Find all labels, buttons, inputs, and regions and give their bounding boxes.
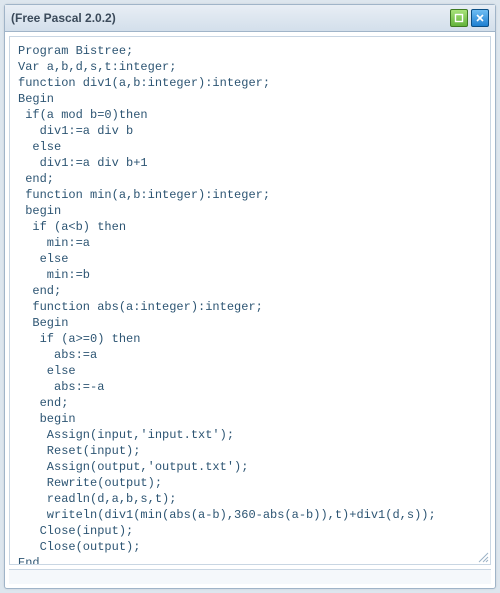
- resize-grip-icon: [477, 551, 489, 563]
- minimize-button[interactable]: [450, 9, 468, 27]
- minimize-icon: [454, 13, 464, 23]
- titlebar[interactable]: (Free Pascal 2.0.2): [5, 5, 495, 32]
- window-title: (Free Pascal 2.0.2): [11, 11, 447, 25]
- code-text: Program Bistree; Var a,b,d,s,t:integer; …: [10, 37, 490, 565]
- close-button[interactable]: [471, 9, 489, 27]
- resize-grip[interactable]: [477, 551, 489, 563]
- close-icon: [475, 13, 485, 23]
- code-editor[interactable]: Program Bistree; Var a,b,d,s,t:integer; …: [9, 36, 491, 565]
- editor-window: (Free Pascal 2.0.2) Program Bistree; Var…: [4, 4, 496, 589]
- bottom-bar: [9, 569, 491, 584]
